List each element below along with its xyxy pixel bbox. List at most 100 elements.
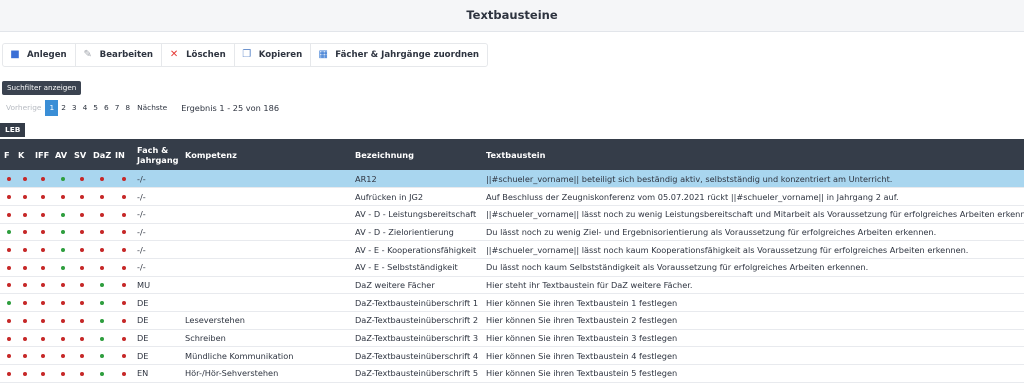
pagination-prev[interactable]: Vorherige <box>2 100 45 116</box>
textbaustein-cell: Hier können Sie ihren Textbaustein 2 fes… <box>486 315 678 326</box>
col-header-daz[interactable]: DaZ <box>89 139 111 170</box>
table-row[interactable]: -/- AV - E - Selbstständigkeit Du lässt no… <box>0 258 1024 277</box>
table-row[interactable]: EN Hör-/Hör-Sehverstehen DaZ-Textbausteinü… <box>0 365 1024 383</box>
add-button[interactable]: ■ Anlegen <box>3 44 76 66</box>
bezeichnung-cell: AV - E - Kooperationsfähigkeit <box>355 244 477 255</box>
flag-cell-daz <box>89 170 111 188</box>
red-status-dot-icon <box>122 177 126 182</box>
fach-cell: DE <box>137 333 149 344</box>
textbaustein-cell: Hier steht ihr Textbaustein für DaZ weit… <box>486 279 693 290</box>
red-status-dot-icon <box>122 354 126 359</box>
green-status-dot-icon <box>60 248 65 253</box>
col-header-sv[interactable]: SV <box>70 139 89 170</box>
pagination-page-7[interactable]: 7 <box>112 100 123 116</box>
flag-cell-f <box>0 365 14 383</box>
pagination-page-5[interactable]: 5 <box>90 100 101 116</box>
red-status-dot-icon <box>7 283 11 288</box>
col-header-fach-line1: Fach & <box>137 144 169 155</box>
flag-cell-sv <box>70 347 89 365</box>
flag-cell-k <box>14 205 31 223</box>
bezeichnung-cell: DaZ weitere Fächer <box>355 279 435 290</box>
bezeichnung-cell: AV - D - Zielorientierung <box>355 226 454 237</box>
flag-cell-f <box>0 188 14 206</box>
col-header-fach-jahrgang[interactable]: Fach & Jahrgang <box>133 139 181 170</box>
pagination-page-1[interactable]: 1 <box>45 100 59 116</box>
show-filter-button[interactable]: Suchfilter anzeigen <box>2 81 82 95</box>
flag-cell-in <box>111 205 133 223</box>
red-status-dot-icon <box>41 283 45 288</box>
red-status-dot-icon <box>41 371 45 376</box>
flag-cell-sv <box>70 258 89 276</box>
bezeichnung-cell: AV - E - Selbstständigkeit <box>355 262 458 273</box>
copy-button[interactable]: ❐ Kopieren <box>235 44 312 66</box>
bezeichnung-cell: DaZ-Textbausteinüberschrift 1 <box>355 297 479 308</box>
red-status-dot-icon <box>22 301 27 306</box>
flag-cell-daz <box>89 294 111 312</box>
flag-cell-av <box>51 329 70 347</box>
edit-button[interactable]: ✎ Bearbeiten <box>76 44 163 66</box>
flag-cell-av <box>51 276 70 294</box>
kompetenz-cell: Leseverstehen <box>185 315 245 326</box>
table-row[interactable]: -/- AV - D - Zielorientierung Du lässt noc… <box>0 223 1024 241</box>
red-status-dot-icon <box>22 336 27 341</box>
table-row[interactable]: MU DaZ weitere Fächer Hier steht ihr Textb… <box>0 276 1024 294</box>
table-row[interactable]: -/- Aufrücken in JG2 Auf Beschluss der Zeu… <box>0 188 1024 206</box>
col-header-kompetenz[interactable]: Kompetenz <box>181 139 351 170</box>
flag-cell-k <box>14 329 31 347</box>
fach-cell: -/- <box>137 262 146 273</box>
table-row[interactable]: -/- AV - D - Leistungsbereitschaft ||#schu… <box>0 205 1024 224</box>
title-bar: Textbausteine <box>0 0 1024 32</box>
table-row[interactable]: DE DaZ-Textbausteinüberschrift 1 Hier könn… <box>0 294 1024 312</box>
red-status-dot-icon <box>79 212 84 217</box>
red-status-dot-icon <box>100 265 104 270</box>
flag-cell-in <box>111 294 133 312</box>
pagination-page-4[interactable]: 4 <box>80 100 91 116</box>
flag-cell-in <box>111 188 133 206</box>
red-status-dot-icon <box>60 283 65 288</box>
red-status-dot-icon <box>122 318 126 323</box>
flag-cell-av <box>51 312 70 330</box>
table-row[interactable]: DE Schreiben DaZ-Textbausteinüberschrift 3… <box>0 329 1024 347</box>
delete-x-icon: ✕ <box>169 49 179 60</box>
flag-cell-av <box>51 294 70 312</box>
green-status-dot-icon <box>60 265 65 270</box>
col-header-av[interactable]: AV <box>51 139 70 170</box>
flag-cell-f <box>0 205 14 223</box>
table-row[interactable]: -/- AV - E - Kooperationsfähigkeit ||#schu… <box>0 241 1024 259</box>
kompetenz-cell <box>181 276 351 294</box>
red-status-dot-icon <box>7 212 11 217</box>
table-row[interactable]: -/- AR12 ||#schueler_vorname|| beteiligt s… <box>0 170 1024 188</box>
flag-cell-daz <box>89 276 111 294</box>
textbaustein-cell: Auf Beschluss der Zeugniskonferenz vom 0… <box>486 191 899 202</box>
pagination-page-8[interactable]: 8 <box>122 100 133 116</box>
table-row[interactable]: DE Mündliche Kommunikation DaZ-Textbaustei… <box>0 347 1024 365</box>
red-status-dot-icon <box>22 354 27 359</box>
flag-cell-in <box>111 329 133 347</box>
kompetenz-cell <box>181 188 351 206</box>
assign-subjects-button[interactable]: ▦ Fächer & Jahrgänge zuordnen <box>311 44 487 66</box>
table-row[interactable]: DE Leseverstehen DaZ-Textbausteinüberschri… <box>0 312 1024 330</box>
pagination-next[interactable]: Nächste <box>133 100 171 116</box>
col-header-iff[interactable]: IFF <box>31 139 51 170</box>
red-status-dot-icon <box>60 336 65 341</box>
pagination-page-2[interactable]: 2 <box>58 100 69 116</box>
flag-cell-f <box>0 347 14 365</box>
table-header-row: F K IFF AV SV DaZ IN Fach & Jahrgang Kom… <box>0 139 1024 170</box>
delete-button[interactable]: ✕ Löschen <box>162 44 235 66</box>
red-status-dot-icon <box>60 354 65 359</box>
flag-cell-iff <box>31 365 51 383</box>
col-header-bezeichnung[interactable]: Bezeichnung <box>351 139 482 170</box>
red-status-dot-icon <box>100 177 104 182</box>
pagination-page-3[interactable]: 3 <box>69 100 80 116</box>
col-header-in[interactable]: IN <box>111 139 133 170</box>
flag-cell-sv <box>70 223 89 241</box>
kompetenz-cell <box>181 223 351 241</box>
col-header-textbaustein[interactable]: Textbaustein <box>482 139 1024 170</box>
col-header-k[interactable]: K <box>14 139 31 170</box>
red-status-dot-icon <box>41 301 45 306</box>
flag-cell-sv <box>70 329 89 347</box>
pagination-page-6[interactable]: 6 <box>101 100 112 116</box>
flag-cell-av <box>51 188 70 206</box>
col-header-f[interactable]: F <box>0 139 14 170</box>
flag-cell-k <box>14 241 31 259</box>
